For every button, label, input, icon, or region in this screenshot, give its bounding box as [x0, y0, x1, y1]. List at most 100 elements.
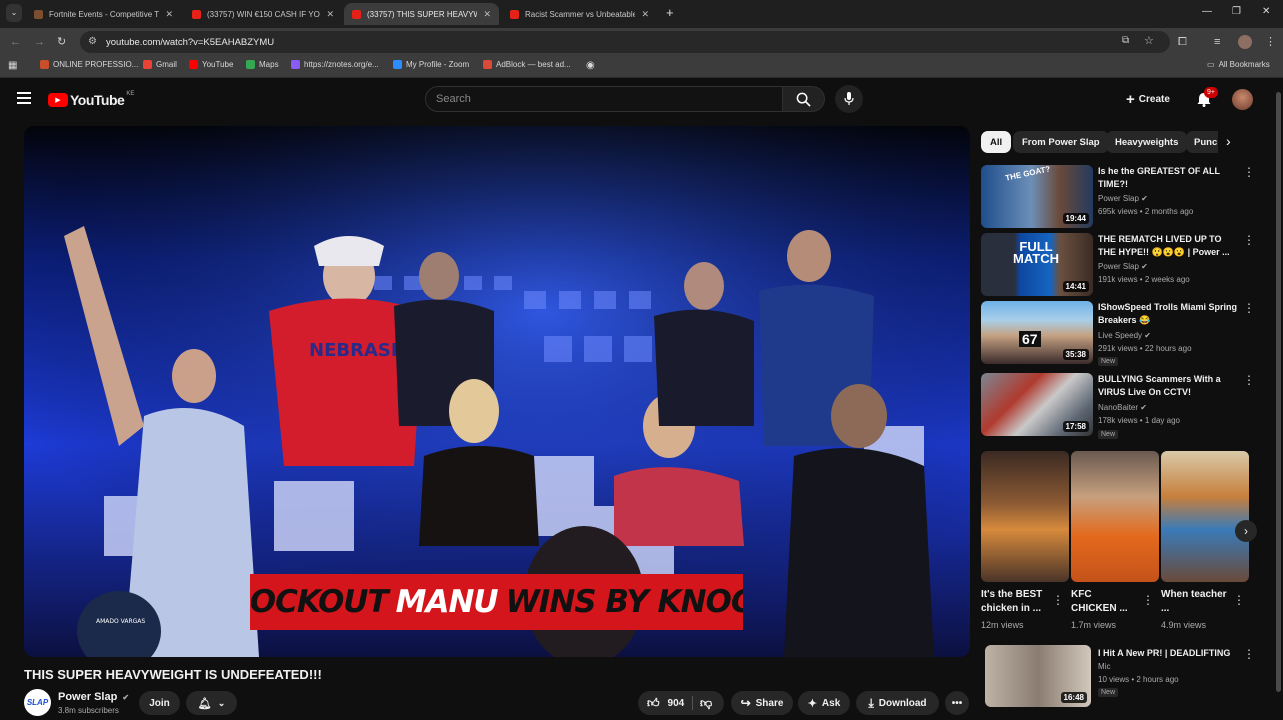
bookmark-item[interactable]: YouTube [189, 60, 233, 69]
more-vertical-icon[interactable]: ⋮ [1243, 302, 1255, 314]
close-window-button[interactable]: ✕ [1262, 6, 1270, 17]
globe-icon[interactable]: ◉ [586, 60, 595, 71]
short-title[interactable]: KFC CHICKEN ... [1071, 588, 1137, 616]
reload-icon[interactable]: ↻ [57, 35, 66, 49]
chip-heavyweights[interactable]: Heavyweights [1106, 131, 1188, 153]
new-tab-button[interactable]: + [666, 6, 674, 19]
more-vertical-icon[interactable]: ⋮ [1233, 593, 1245, 607]
bookmark-label: AdBlock — best ad... [496, 60, 571, 69]
tab-close-icon[interactable]: ✕ [641, 9, 649, 20]
like-thumb-icon[interactable]: 👍︎ [647, 696, 660, 711]
browser-tab-3-active[interactable]: (33757) THIS SUPER HEAVYWEIG ✕ [344, 3, 499, 25]
browser-tab-1[interactable]: Fortnite Events - Competitive T ✕ [26, 3, 181, 25]
shorts-next-chevron-icon[interactable]: › [1235, 520, 1257, 542]
video-thumbnail[interactable]: 16:48 [985, 645, 1091, 707]
recommendation-item[interactable]: 17:58 BULLYING Scammers With a VIRUS Liv… [981, 373, 1261, 443]
short-title[interactable]: When teacher ... [1161, 588, 1227, 616]
reading-list-icon[interactable]: ≡ [1214, 35, 1220, 49]
bookmark-item[interactable]: Gmail [143, 60, 177, 69]
more-actions-button[interactable]: ••• [945, 691, 969, 715]
short-thumbnail[interactable] [1071, 451, 1159, 582]
video-player[interactable]: NEBRASKA AMADO VARGAS BY KNOCKOUT MANU W… [24, 126, 970, 657]
search-input[interactable]: Search [425, 86, 783, 112]
video-thumbnail[interactable]: THE GOAT? 19:44 [981, 165, 1093, 228]
dislike-thumb-icon[interactable]: 👎︎ [700, 696, 712, 711]
chips-next-chevron-icon[interactable]: › [1226, 133, 1231, 149]
search-button[interactable] [783, 86, 825, 112]
channel-label: Power Slap [1098, 262, 1139, 271]
recommendation-title: BULLYING Scammers With a VIRUS Live On C… [1098, 374, 1221, 397]
bookmark-item[interactable]: My Profile - Zoom [393, 60, 469, 69]
short-thumbnail[interactable] [981, 451, 1069, 582]
youtube-logo[interactable]: ▶ YouTube KE [48, 91, 134, 108]
like-count[interactable]: 904 [668, 698, 685, 709]
video-thumbnail[interactable]: 17:58 [981, 373, 1093, 436]
channel-name[interactable]: Power Slap ✔ [58, 691, 129, 703]
short-thumbnail[interactable] [1161, 451, 1249, 582]
more-vertical-icon[interactable]: ⋮ [1243, 374, 1255, 386]
video-duration: 35:38 [1062, 349, 1089, 360]
all-bookmarks-folder[interactable]: ▭ All Bookmarks [1207, 60, 1270, 69]
join-button[interactable]: Join [139, 691, 180, 715]
install-app-icon[interactable]: ⧉ [1122, 35, 1129, 46]
recommendation-item[interactable]: 16:48 I Hit A New PR! | DEADLIFTING Mic … [981, 645, 1261, 709]
tab-close-icon[interactable]: ✕ [326, 9, 334, 20]
bookmark-item[interactable]: https://znotes.org/e... [291, 60, 379, 69]
tab-close-icon[interactable]: ✕ [483, 9, 491, 20]
bookmark-item[interactable]: AdBlock — best ad... [483, 60, 571, 69]
ask-button[interactable]: ✦ Ask [798, 691, 850, 715]
share-label: Share [755, 697, 784, 709]
create-button[interactable]: + Create [1126, 90, 1170, 108]
video-title: THIS SUPER HEAVYWEIGHT IS UNDEFEATED!!! [24, 667, 322, 682]
notifications-button[interactable]: 9+ [1197, 87, 1218, 112]
scrollbar-thumb[interactable] [1276, 92, 1281, 692]
back-arrow-icon[interactable]: ← [10, 35, 21, 49]
download-icon: ⤓ [868, 695, 874, 710]
extensions-icon[interactable]: ⧠ [1178, 35, 1187, 49]
subscribed-notifications-button[interactable]: 🔔︎ ⌄ [186, 691, 237, 715]
channel-avatar[interactable]: SLAP [24, 689, 51, 716]
download-button[interactable]: ⤓ Download [856, 691, 939, 715]
minimize-button[interactable]: — [1202, 6, 1212, 17]
recommendation-item[interactable]: 67 35:38 IShowSpeed Trolls Miami Spring … [981, 301, 1261, 371]
video-thumbnail[interactable]: FULL MATCH 14:41 [981, 233, 1093, 296]
share-button[interactable]: ↪ Share [731, 691, 793, 715]
maximize-button[interactable]: ❐ [1232, 6, 1241, 17]
more-vertical-icon[interactable]: ⋮ [1052, 593, 1064, 607]
more-vertical-icon[interactable]: ⋮ [1243, 234, 1255, 246]
microphone-icon [844, 92, 854, 105]
verified-check-icon: ✔ [1141, 194, 1148, 203]
plus-icon: + [1126, 90, 1135, 108]
browser-tab-2[interactable]: (33757) WIN €150 CASH IF YOU ✕ [184, 3, 342, 25]
hamburger-menu-icon[interactable] [17, 92, 31, 104]
chip-from-power-slap[interactable]: From Power Slap [1013, 131, 1109, 153]
more-vertical-icon[interactable]: ⋮ [1243, 648, 1255, 660]
tab-title: Fortnite Events - Competitive T [49, 9, 160, 19]
recommendation-item[interactable]: THE GOAT? 19:44 Is he the GREATEST OF AL… [981, 165, 1261, 231]
voice-search-button[interactable] [835, 85, 863, 113]
site-info-icon[interactable]: ⚙ [88, 36, 97, 47]
bookmark-star-icon[interactable]: ☆ [1144, 34, 1154, 47]
browser-tab-4[interactable]: Racist Scammer vs Unbeatable ✕ [502, 3, 657, 25]
forward-arrow-icon[interactable]: → [34, 35, 45, 49]
page-scrollbar[interactable] [1275, 84, 1282, 720]
chrome-menu-icon[interactable]: ⋮ [1265, 35, 1276, 49]
apps-grid-icon[interactable]: ▦ [8, 60, 17, 71]
account-avatar[interactable] [1232, 89, 1253, 110]
profile-avatar[interactable] [1238, 35, 1252, 49]
tab-favicon-icon [34, 9, 43, 19]
recommendation-item[interactable]: FULL MATCH 14:41 THE REMATCH LIVED UP TO… [981, 233, 1261, 299]
tab-close-icon[interactable]: ✕ [165, 9, 173, 20]
more-vertical-icon[interactable]: ⋮ [1142, 593, 1154, 607]
recommendation-meta: 10 views • 2 hours ago [1098, 675, 1179, 684]
bookmark-item[interactable]: ONLINE PROFESSIO... [40, 60, 138, 69]
chip-all[interactable]: All [981, 131, 1012, 153]
chip-punc[interactable]: Punc [1186, 131, 1218, 153]
address-bar[interactable]: ⚙ youtube.com/watch?v=K5EAHABZYMU ⧉ ☆ [80, 31, 1170, 53]
short-title[interactable]: It's the BEST chicken in ... [981, 588, 1047, 616]
bookmark-item[interactable]: Maps [246, 60, 279, 69]
more-vertical-icon[interactable]: ⋮ [1243, 166, 1255, 178]
video-thumbnail[interactable]: 67 35:38 [981, 301, 1093, 364]
recommendation-channel: Power Slap ✔ [1098, 262, 1148, 271]
tab-search-button[interactable]: ⌄ [6, 4, 22, 22]
